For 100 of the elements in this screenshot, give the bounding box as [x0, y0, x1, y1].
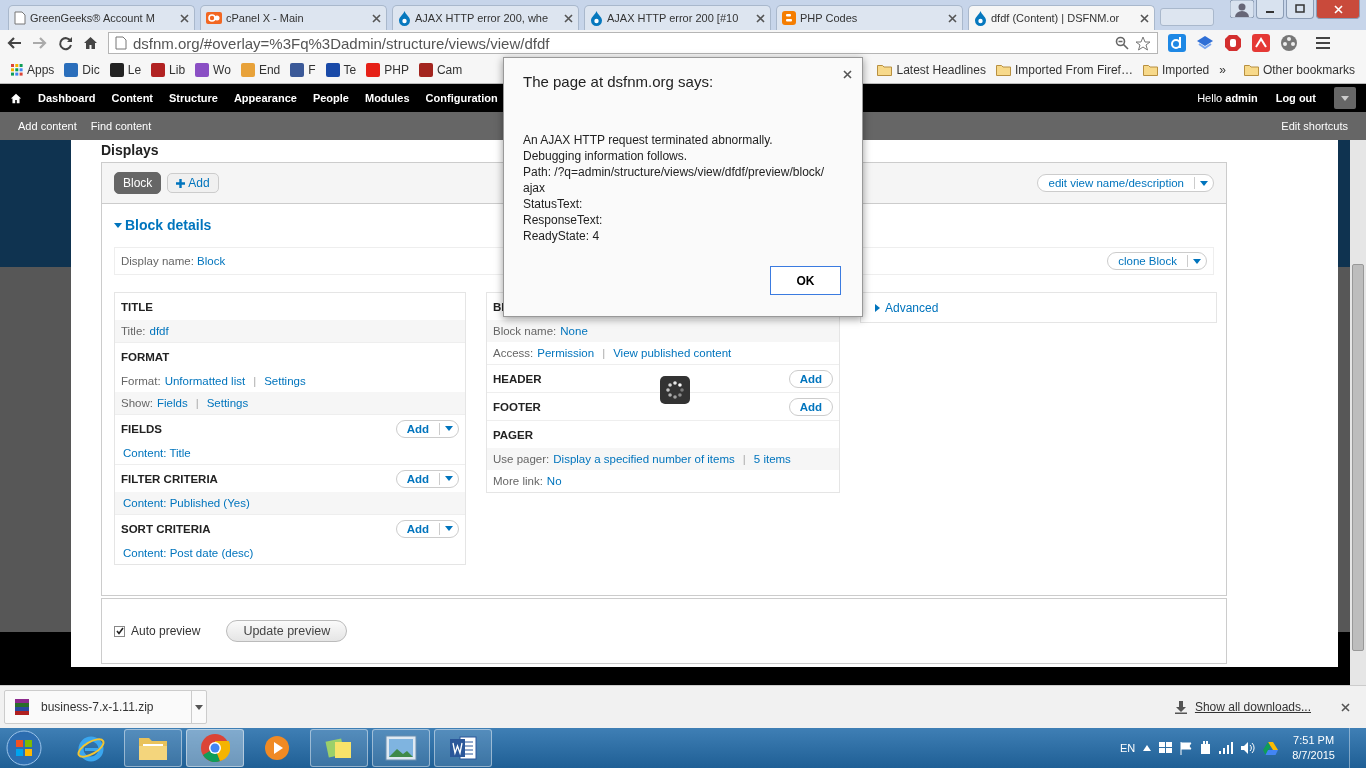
chrome-icon[interactable]	[200, 733, 230, 763]
close-icon[interactable]	[1140, 13, 1149, 23]
close-icon[interactable]	[180, 13, 189, 23]
profile-icon[interactable]	[1230, 0, 1254, 18]
setting-link[interactable]: Permission	[537, 347, 595, 359]
bookmark-folder[interactable]: Imported	[1137, 62, 1215, 77]
setting-link[interactable]: 5 items	[753, 453, 791, 465]
browser-tab[interactable]: AJAX HTTP error 200, whe	[392, 5, 579, 30]
bookmark-folder[interactable]: Other bookmarks	[1238, 62, 1360, 77]
language-indicator[interactable]: EN	[1119, 742, 1136, 754]
address-bar[interactable]: dsfnm.org/#overlay=%3Fq%3Dadmin/structure/views/view/dfdf	[108, 32, 1158, 54]
menu-icon[interactable]	[1316, 37, 1330, 49]
update-preview-button[interactable]: Update preview	[226, 620, 348, 642]
display-name-link[interactable]: Block	[197, 255, 226, 267]
bookmark[interactable]: PHP	[361, 62, 414, 77]
admin-menu-item[interactable]: People	[312, 92, 349, 104]
shortcut-link[interactable]: Add content	[18, 120, 77, 132]
scrollbar[interactable]	[1350, 140, 1366, 685]
back-icon[interactable]	[6, 36, 22, 50]
setting-link[interactable]: Settings	[206, 397, 249, 409]
signal-icon[interactable]	[1219, 742, 1234, 754]
setting-link[interactable]: dfdf	[149, 325, 169, 337]
home-icon[interactable]	[83, 36, 98, 50]
checkbox[interactable]	[114, 625, 125, 637]
bookmark[interactable]: Le	[104, 62, 147, 77]
close-icon[interactable]	[1341, 702, 1350, 712]
add-button[interactable]: Add	[788, 369, 833, 388]
add-button[interactable]: Add	[395, 519, 459, 538]
more-bookmarks-button[interactable]: »	[1214, 62, 1231, 77]
bookmark[interactable]: Dic	[59, 62, 105, 77]
add-button[interactable]: Add	[395, 469, 459, 488]
star-icon[interactable]	[1135, 35, 1151, 51]
taskbar-button[interactable]	[310, 729, 368, 767]
close-icon[interactable]	[756, 13, 765, 23]
toggle-button[interactable]	[1334, 87, 1356, 109]
setting-link[interactable]: Display a specified number of items	[553, 453, 735, 465]
drive-icon[interactable]	[1263, 741, 1279, 755]
taskbar-button[interactable]	[372, 729, 430, 767]
tray-arrow-icon[interactable]	[1143, 745, 1152, 751]
setting-link[interactable]: Content: Post date (desc)	[123, 547, 254, 559]
taskbar-button[interactable]	[124, 729, 182, 767]
browser-tab[interactable]: PHP Codes	[776, 5, 963, 30]
bookmark[interactable]: F	[285, 62, 321, 77]
maximize-button[interactable]	[1286, 0, 1314, 19]
clock[interactable]: 7:51 PM 8/7/2015	[1292, 733, 1335, 763]
start-button[interactable]	[4, 729, 44, 767]
browser-tab[interactable]: GreenGeeks® Account M	[8, 5, 195, 30]
volume-icon[interactable]	[1241, 742, 1256, 754]
close-icon[interactable]	[372, 13, 381, 23]
setting-link[interactable]: Content: Published (Yes)	[123, 497, 250, 509]
bookmark-folder[interactable]: Latest Headlines	[872, 62, 991, 77]
admin-menu-item[interactable]: Dashboard	[38, 92, 96, 104]
admin-menu-item[interactable]: Appearance	[233, 92, 297, 104]
logout-link[interactable]: Log out	[1275, 92, 1316, 104]
extension-icon[interactable]	[1168, 34, 1186, 52]
ok-button[interactable]: OK	[770, 266, 841, 295]
setting-link[interactable]: No	[546, 475, 562, 487]
setting-link[interactable]: Fields	[156, 397, 188, 409]
browser-tab[interactable]: cPanel X - Main	[200, 5, 387, 30]
edit-shortcuts-link[interactable]: Edit shortcuts	[1281, 120, 1348, 132]
film-reel-icon[interactable]	[1280, 34, 1298, 52]
reload-icon[interactable]	[58, 35, 73, 51]
browser-tab[interactable]: dfdf (Content) | DSFNM.or	[968, 5, 1155, 30]
setting-link[interactable]: Unformatted list	[164, 375, 246, 387]
shortcut-link[interactable]: Find content	[90, 120, 152, 132]
add-button[interactable]: Add	[395, 419, 459, 438]
bookmark[interactable]: Wo	[190, 62, 236, 77]
bookmark[interactable]: Te	[320, 62, 362, 77]
home-icon[interactable]	[10, 92, 22, 104]
power-icon[interactable]	[1200, 741, 1212, 755]
close-button[interactable]	[1316, 0, 1360, 19]
photo-icon[interactable]	[385, 735, 417, 761]
taskbar-button[interactable]	[434, 729, 492, 767]
close-icon[interactable]	[843, 70, 852, 79]
download-item[interactable]: business-7.x-1.11.zip	[4, 690, 207, 724]
setting-link[interactable]: Settings	[264, 375, 306, 387]
extension-icon[interactable]	[1252, 34, 1270, 52]
extension-icon[interactable]	[1196, 34, 1214, 52]
bookmark[interactable]: End	[235, 62, 286, 77]
show-all-downloads-link[interactable]: Show all downloads...	[1194, 700, 1311, 714]
setting-link[interactable]: View published content	[613, 347, 732, 359]
bookmark[interactable]: Lib	[146, 62, 191, 77]
minimize-button[interactable]	[1256, 0, 1284, 19]
display-tab[interactable]: Block	[114, 172, 162, 194]
admin-menu-item[interactable]: Content	[111, 92, 153, 104]
close-icon[interactable]	[948, 13, 957, 23]
windows-icon[interactable]	[1159, 742, 1173, 754]
flag-icon[interactable]	[1180, 741, 1193, 755]
admin-menu-item[interactable]: Structure	[169, 92, 218, 104]
clone-button[interactable]: clone Block	[1107, 252, 1207, 270]
bookmark[interactable]: Cam	[413, 62, 468, 77]
bookmark[interactable]: Apps	[6, 62, 60, 77]
advanced-toggle[interactable]: Advanced	[860, 292, 1217, 323]
taskbar-button[interactable]	[186, 729, 244, 767]
add-display-button[interactable]: Add	[167, 173, 219, 193]
word-icon[interactable]	[448, 734, 478, 762]
setting-link[interactable]: None	[560, 325, 588, 337]
zoom-icon[interactable]	[1115, 36, 1129, 50]
admin-menu-item[interactable]: Configuration	[425, 92, 498, 104]
edit-view-button[interactable]: edit view name/description	[1037, 174, 1214, 192]
